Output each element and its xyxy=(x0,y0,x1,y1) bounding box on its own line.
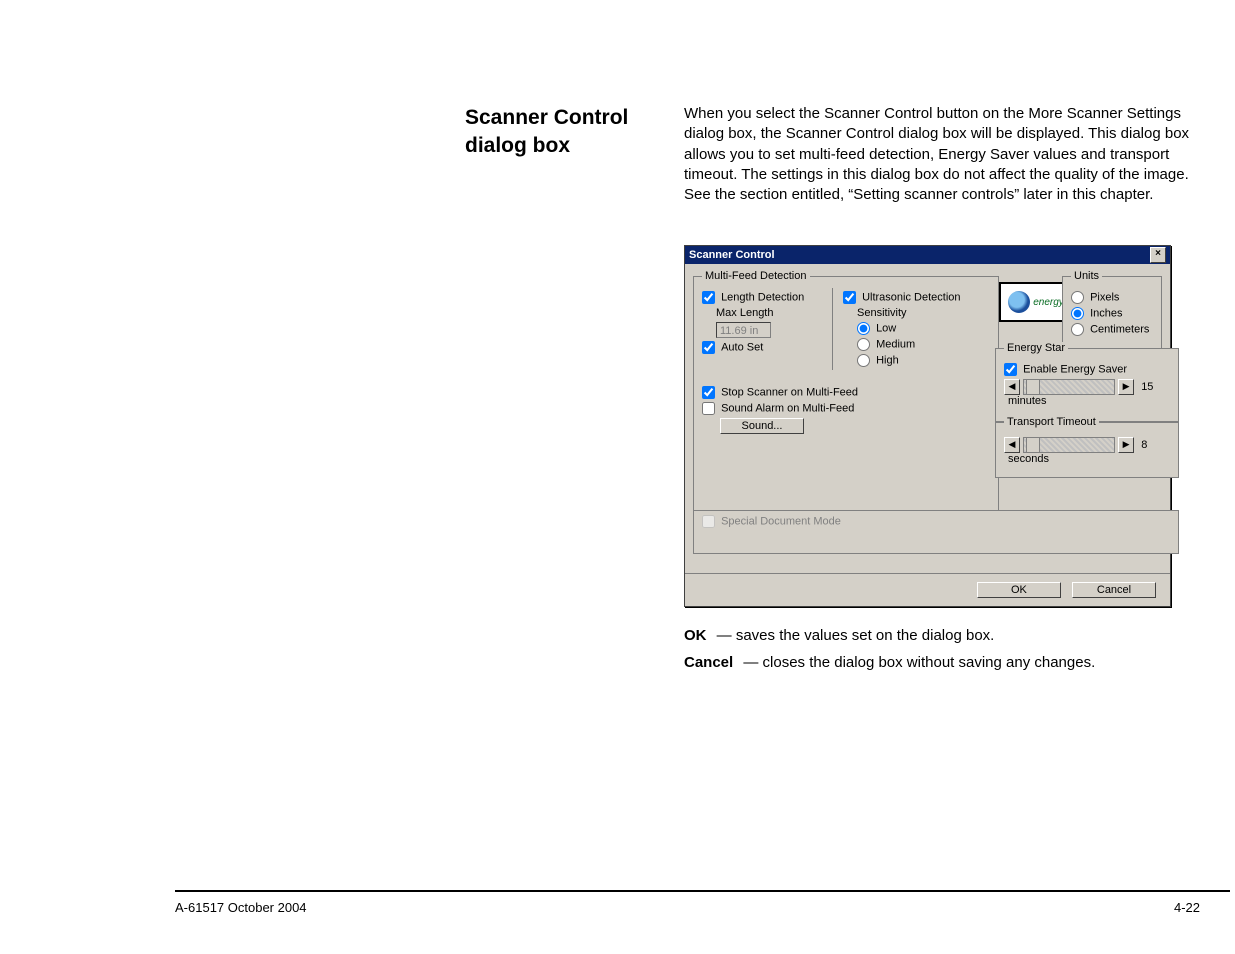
transport-timeout-legend: Transport Timeout xyxy=(1004,416,1099,428)
sensitivity-low-label: Low xyxy=(876,323,896,335)
scanner-control-dialog: Scanner Control × Multi-Feed Detection L… xyxy=(684,245,1171,607)
transport-slider-left-icon[interactable]: ◀ xyxy=(1004,437,1020,453)
sensitivity-medium-label: Medium xyxy=(876,339,915,351)
sensitivity-low-radio[interactable] xyxy=(857,322,870,335)
sensitivity-high-radio[interactable] xyxy=(857,354,870,367)
footer-right: 4-22 xyxy=(1174,900,1200,915)
ultrasonic-checkbox[interactable] xyxy=(843,291,856,304)
sound-alarm-label: Sound Alarm on Multi-Feed xyxy=(721,403,854,415)
sensitivity-high-label: High xyxy=(876,355,899,367)
length-detection-checkbox[interactable] xyxy=(702,291,715,304)
transport-value: 8 xyxy=(1141,439,1147,451)
units-pixels-radio[interactable] xyxy=(1071,291,1084,304)
enable-energy-saver-label: Enable Energy Saver xyxy=(1023,364,1127,376)
special-document-checkbox xyxy=(702,515,715,528)
units-inches-radio[interactable] xyxy=(1071,307,1084,320)
units-legend: Units xyxy=(1071,270,1102,282)
energy-slider-left-icon[interactable]: ◀ xyxy=(1004,379,1020,395)
stop-scanner-label: Stop Scanner on Multi-Feed xyxy=(721,387,858,399)
special-document-groupbox: Special Document Mode xyxy=(693,510,1179,554)
energy-unit: minutes xyxy=(1008,395,1047,407)
stop-scanner-checkbox[interactable] xyxy=(702,386,715,399)
max-length-label: Max Length xyxy=(716,307,773,319)
def-cancel-desc: — closes the dialog box without saving a… xyxy=(743,654,1095,671)
transport-unit: seconds xyxy=(1008,453,1049,465)
units-groupbox: Units Pixels Inches Centimeters xyxy=(1062,270,1162,352)
ultrasonic-label: Ultrasonic Detection xyxy=(862,292,960,304)
cancel-button[interactable]: Cancel xyxy=(1072,582,1156,598)
sound-button[interactable]: Sound... xyxy=(720,418,804,434)
ok-button[interactable]: OK xyxy=(977,582,1061,598)
max-length-input[interactable]: 11.69 in xyxy=(716,322,771,338)
units-centimeters-label: Centimeters xyxy=(1090,324,1149,336)
energy-star-logo-text: energy xyxy=(1033,297,1064,308)
energy-value: 15 xyxy=(1141,381,1153,393)
footer-left: A-61517 October 2004 xyxy=(175,900,307,915)
multifeed-groupbox: Multi-Feed Detection Length Detection Ma… xyxy=(693,270,999,516)
definition-list: OK — saves the values set on the dialog … xyxy=(684,622,1194,676)
units-centimeters-radio[interactable] xyxy=(1071,323,1084,336)
units-inches-label: Inches xyxy=(1090,308,1122,320)
energy-slider[interactable] xyxy=(1023,379,1115,395)
footer-rule xyxy=(175,890,1230,892)
close-icon[interactable]: × xyxy=(1150,247,1166,263)
sound-alarm-checkbox[interactable] xyxy=(702,402,715,415)
transport-slider-right-icon[interactable]: ▶ xyxy=(1118,437,1134,453)
units-pixels-label: Pixels xyxy=(1090,292,1119,304)
energy-star-groupbox: Energy Star Enable Energy Saver ◀ ▶ 15 m… xyxy=(995,342,1179,422)
globe-icon xyxy=(1008,291,1030,313)
section-heading: Scanner Control dialog box xyxy=(465,104,685,161)
sensitivity-medium-radio[interactable] xyxy=(857,338,870,351)
def-cancel-term: Cancel xyxy=(684,654,733,671)
def-ok-term: OK xyxy=(684,627,707,644)
dialog-button-bar: OK Cancel xyxy=(685,573,1170,598)
auto-set-label: Auto Set xyxy=(721,342,763,354)
dialog-title-text: Scanner Control xyxy=(689,246,775,264)
auto-set-checkbox[interactable] xyxy=(702,341,715,354)
def-ok-desc: — saves the values set on the dialog box… xyxy=(717,627,995,644)
special-document-label: Special Document Mode xyxy=(721,516,841,528)
energy-star-legend: Energy Star xyxy=(1004,342,1068,354)
multifeed-legend: Multi-Feed Detection xyxy=(702,270,810,282)
energy-slider-right-icon[interactable]: ▶ xyxy=(1118,379,1134,395)
transport-slider[interactable] xyxy=(1023,437,1115,453)
enable-energy-saver-checkbox[interactable] xyxy=(1004,363,1017,376)
sensitivity-label: Sensitivity xyxy=(857,307,907,319)
transport-timeout-groupbox: Transport Timeout ◀ ▶ 8 seconds xyxy=(995,416,1179,478)
length-detection-label: Length Detection xyxy=(721,292,804,304)
body-paragraph: When you select the Scanner Control butt… xyxy=(684,104,1194,205)
dialog-titlebar: Scanner Control × xyxy=(685,246,1170,264)
